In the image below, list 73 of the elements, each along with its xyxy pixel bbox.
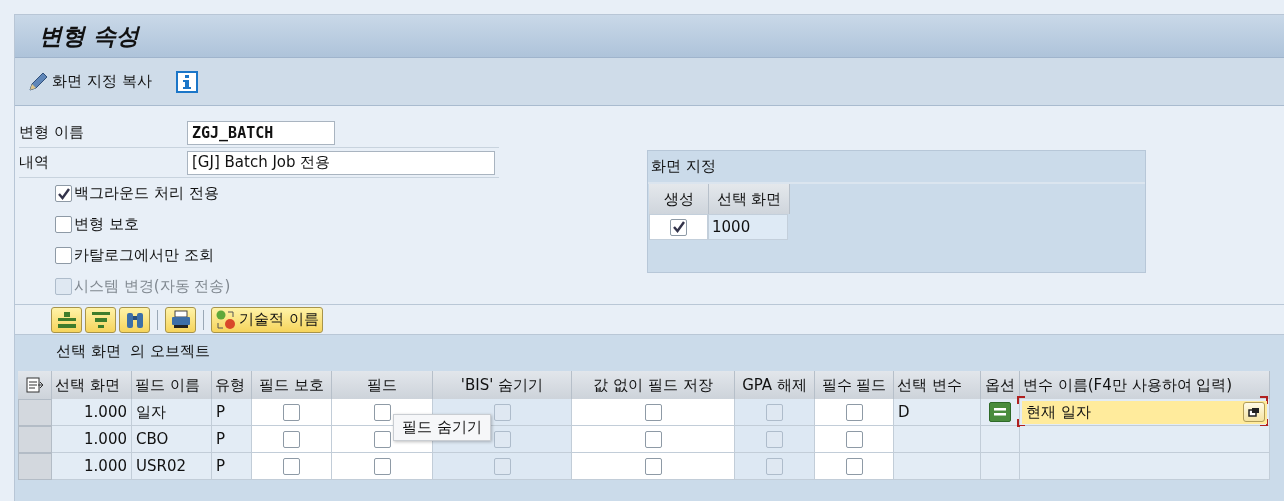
table-cell: D — [894, 399, 981, 426]
checkbox[interactable] — [644, 403, 662, 421]
printer-icon — [169, 309, 192, 330]
windows-icon — [1248, 407, 1260, 417]
input-field[interactable]: [GJ] Batch Job 전용 — [187, 150, 495, 175]
checkbox-label: 백그라운드 처리 전용 — [74, 184, 219, 203]
value-help-button[interactable] — [1243, 402, 1265, 422]
checkbox[interactable] — [845, 403, 863, 421]
checkbox[interactable] — [373, 430, 391, 448]
checkbox[interactable] — [55, 247, 72, 264]
checkbox[interactable] — [283, 430, 300, 448]
column-header: 유형 — [212, 371, 252, 399]
field-label: 내역 — [19, 153, 50, 172]
checkbox[interactable] — [845, 457, 863, 475]
table-cell: 1.000 — [52, 426, 132, 453]
checkbox[interactable] — [766, 403, 783, 421]
table-cell: USR02 — [132, 453, 212, 480]
input-field[interactable]: 현재 일자 — [1022, 400, 1267, 424]
copy-screen-button[interactable]: 화면 지정 복사 — [27, 70, 152, 93]
grid-title: 선택 화면 의 오브젝트 — [56, 341, 211, 361]
toolbar-button[interactable] — [165, 306, 196, 333]
column-header: 'BIS' 숨기기 — [433, 371, 572, 399]
column-header: 선택 화면 — [709, 184, 790, 214]
table-cell: P — [212, 453, 252, 480]
table-cell: 1.000 — [52, 399, 132, 426]
checkbox[interactable] — [644, 457, 662, 475]
column-header: 변수 이름(F4만 사용하여 입력) — [1020, 371, 1270, 399]
pencil-icon — [27, 70, 49, 93]
checkbox[interactable] — [766, 457, 783, 475]
column-header: 선택 변수 — [894, 371, 981, 399]
panel-title: 화면 지정 — [651, 157, 716, 176]
tech-names-button[interactable]: 기술적 이름 — [211, 306, 323, 333]
checkbox-label: 변형 보호 — [74, 215, 139, 234]
checkbox[interactable] — [55, 185, 72, 202]
checkbox[interactable] — [283, 403, 300, 421]
table-cell: CBO — [132, 426, 212, 453]
table-cell: 1.000 — [52, 453, 132, 480]
column-header: 필드 보호 — [252, 371, 332, 399]
checkbox[interactable] — [373, 457, 391, 475]
input-field[interactable]: ZGJ_BATCH — [187, 120, 335, 145]
table-cell: P — [212, 426, 252, 453]
table-cell: 1000 — [708, 214, 788, 240]
checkbox[interactable] — [283, 457, 300, 475]
circles-icon — [215, 308, 237, 331]
align-center-icon — [89, 309, 112, 330]
equals-option-icon[interactable] — [989, 402, 1011, 422]
column-header: 필수 필드 — [815, 371, 894, 399]
column-header: 생성 — [649, 184, 709, 214]
checkbox[interactable] — [493, 403, 511, 421]
column-header: 필드 이름 — [132, 371, 212, 399]
tooltip: 필드 숨기기 — [393, 414, 491, 441]
column-header: 값 없이 필드 저장 — [572, 371, 735, 399]
checkbox[interactable] — [845, 430, 863, 448]
checkbox[interactable] — [493, 430, 511, 448]
table-cell: P — [212, 399, 252, 426]
layout-icon[interactable] — [25, 377, 44, 393]
checkbox[interactable] — [644, 430, 662, 448]
checkbox-label: 시스템 변경(자동 전송) — [74, 277, 231, 296]
checkbox[interactable] — [766, 430, 783, 448]
column-header: 옵션 — [981, 371, 1020, 399]
page-title: 변형 속성 — [39, 21, 139, 51]
field-label: 변형 이름 — [19, 123, 85, 142]
align-top-icon — [55, 309, 78, 330]
column-header: GPA 해제 — [735, 371, 815, 399]
checkbox-label: 카탈로그에서만 조회 — [74, 246, 214, 265]
table-cell: 일자 — [132, 399, 212, 426]
info-icon[interactable] — [175, 70, 198, 93]
checkbox[interactable] — [670, 218, 687, 236]
checkbox[interactable] — [55, 216, 72, 233]
column-header: 필드 — [332, 371, 433, 399]
checkbox[interactable] — [373, 403, 391, 421]
checkbox[interactable] — [493, 457, 511, 475]
column-header: 선택 화면 — [52, 371, 132, 399]
